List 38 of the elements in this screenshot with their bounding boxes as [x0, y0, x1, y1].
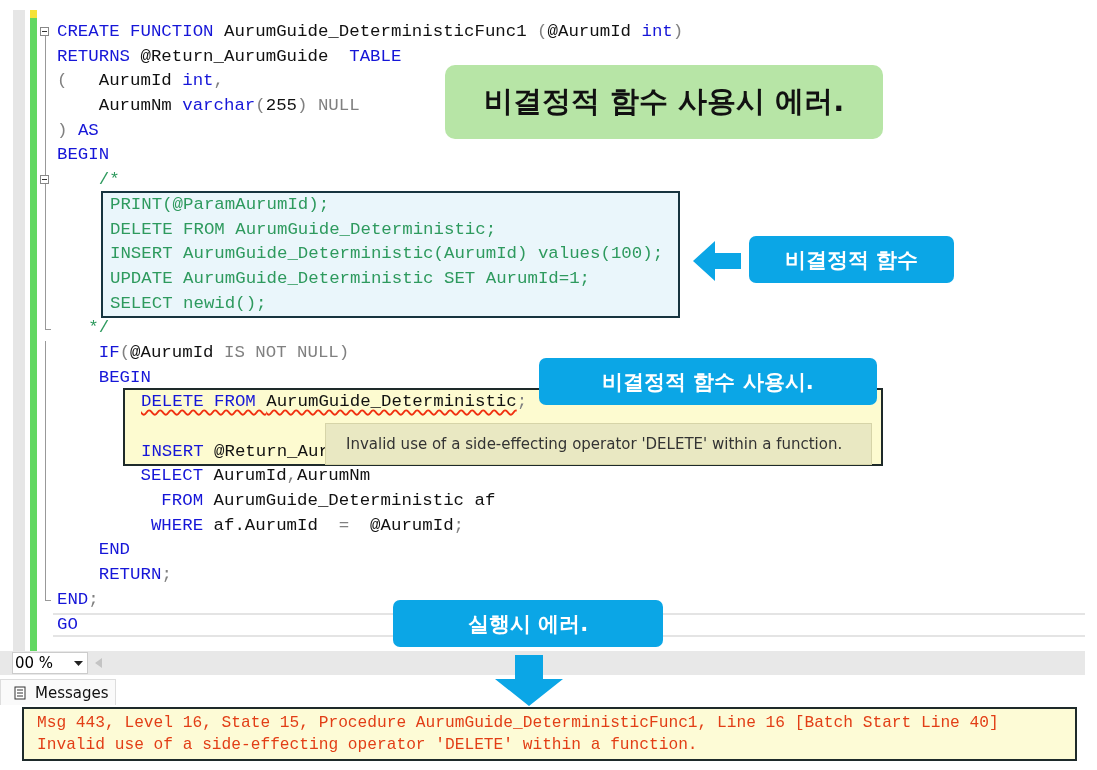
code-line: IF(@AurumId IS NOT NULL)	[97, 341, 350, 364]
error-tooltip: Invalid use of a side-effecting operator 'DELETE' within a function.	[325, 423, 872, 466]
code-line: PRINT(@ParamAurumId);	[110, 193, 330, 216]
callout-label: 비결정적 함수 사용시.	[539, 358, 877, 405]
code-line: BEGIN	[57, 144, 110, 167]
down-arrow-icon	[495, 655, 563, 706]
callout-label: 비결정적 함수	[749, 236, 954, 283]
code-line: AurumNm varchar(255) NULL	[97, 95, 360, 118]
caret-icon	[74, 660, 83, 666]
collapse-icon[interactable]	[40, 27, 49, 36]
code-line: ( AurumId int,	[57, 70, 224, 93]
code-line: UPDATE AurumGuide_Deterministic SET AurumId=1;	[110, 267, 591, 290]
code-line: CREATE FUNCTION AurumGuide_DeterministicFunc1 (@AurumId int)	[57, 21, 684, 43]
zoom-select[interactable]: 00 %	[12, 652, 88, 674]
document-icon	[13, 685, 27, 700]
code-line: RETURNS @Return_AurumGuide TABLE	[57, 45, 402, 68]
code-line: WHERE af.AurumId = @AurumId;	[149, 514, 465, 537]
code-line: ) AS	[57, 119, 99, 142]
callout-label: 실행시 에러.	[393, 600, 663, 647]
code-line: GO	[57, 614, 78, 636]
messages-tab[interactable]: Messages	[0, 679, 116, 705]
code-line: SELECT AurumId,AurumNm	[139, 465, 371, 488]
code-line: FROM AurumGuide_Deterministic af	[160, 490, 496, 513]
collapse-icon[interactable]	[40, 175, 49, 185]
code-line: BEGIN	[97, 366, 151, 389]
left-arrow-icon	[693, 241, 741, 281]
code-line: DELETE FROM AurumGuide_Deterministic;	[141, 391, 528, 414]
code-line: INSERT AurumGuide_Deterministic(AurumId) values(100);	[110, 243, 664, 266]
code-line: /*	[97, 169, 120, 192]
code-line: END	[97, 539, 131, 562]
error-message: Invalid use of a side-effecting operator 'DELETE' within a function.	[37, 735, 699, 756]
code-line: END;	[57, 588, 99, 611]
code-line: SELECT newid();	[110, 292, 267, 315]
code-line: RETURN;	[97, 564, 172, 587]
callout-label: 비결정적 함수 사용시 에러.	[445, 65, 883, 139]
code-line: DELETE FROM AurumGuide_Deterministic;	[110, 218, 497, 241]
error-message: Msg 443, Level 16, State 15, Procedure AurumGuide_DeterministicFunc1, Line 16 [Batch Start Line 40]	[37, 713, 1000, 734]
code-line: */	[87, 317, 110, 340]
